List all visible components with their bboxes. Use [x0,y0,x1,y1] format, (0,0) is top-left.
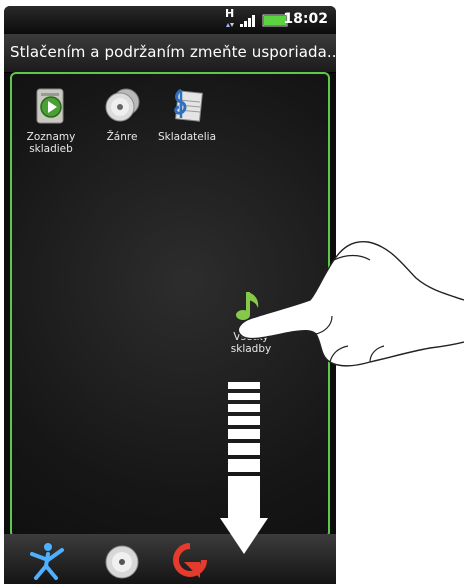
network-type-icon: H [225,7,235,20]
tab-playlists[interactable]: Zoznamy skladieb [19,86,83,155]
tab-label: skladieb [29,143,73,155]
tab-label: Žánre [106,131,138,143]
signal-icon [240,15,255,27]
bottom-dock [4,534,336,584]
disc-icon [105,88,140,122]
sheet-music-icon [174,88,203,122]
tab-composers[interactable]: Skladatelia [155,86,219,143]
instruction-text: Stlačením a podržaním zmeňte usporiada..… [10,43,336,61]
clock: 18:02 [283,11,328,27]
tab-label: Skladatelia [157,131,217,143]
rotate-icon[interactable] [170,540,210,580]
drag-down-arrow-icon [220,382,268,554]
dance-icon[interactable] [26,540,66,580]
disc-icon[interactable] [102,540,142,580]
playlist-icon [36,88,64,124]
pointing-hand-icon [237,241,464,367]
data-arrows-icon [226,23,234,27]
instruction-bar: Stlačením a podržaním zmeňte usporiada..… [4,34,336,73]
tab-genres[interactable]: Žánre [90,86,154,143]
tab-label: Zoznamy [26,131,76,143]
status-bar: H 18:02 [4,6,336,34]
